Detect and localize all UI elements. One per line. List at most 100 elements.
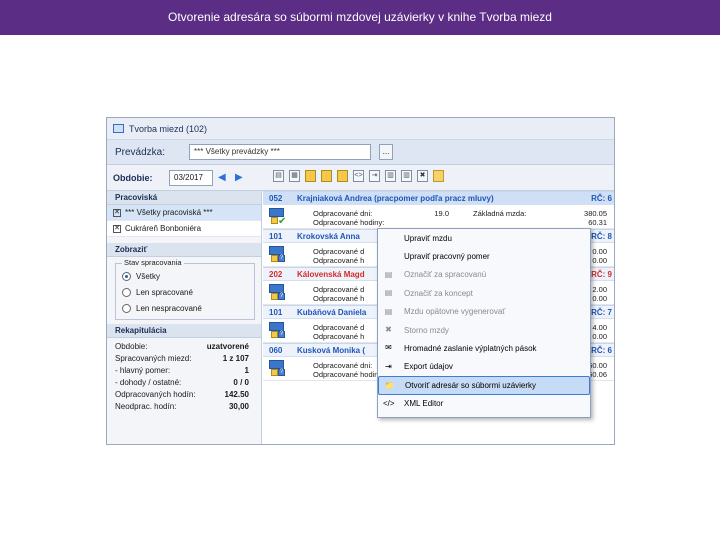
radio-option[interactable]: Len nespracované — [122, 300, 249, 316]
rekap-row: - dohody / ostatné: 0 / 0 — [107, 378, 261, 390]
print-setup-icon[interactable]: ▥ — [401, 170, 412, 182]
window-title: Tvorba miezd (102) — [129, 123, 208, 134]
rekap-row: Spracovaných miezd: 1 z 107 — [107, 354, 261, 366]
context-menu-item[interactable]: Upraviť pracovný pomer — [378, 247, 590, 265]
menu-item-icon: 📁 — [384, 381, 395, 391]
rekap-key: Odpracovaných hodín: — [115, 390, 196, 399]
employee-rc: RČ: 6 — [591, 193, 612, 203]
menu-item-label: Hromadné zaslanie výplatných pások — [404, 344, 537, 354]
menu-item-label: Označiť za koncept — [404, 288, 473, 298]
pracovisko-label: Cukráreň Bonboniéra — [125, 224, 202, 233]
menu-item-label: Storno mzdy — [404, 325, 449, 335]
menu-item-label: Otvoriť adresár so súbormi uzávierky — [405, 380, 537, 390]
rekap-value: 30,00 — [228, 402, 249, 411]
menu-item-label: XML Editor — [404, 399, 444, 409]
context-menu-item[interactable]: ▤ Mzdu opätovne vygenerovať — [378, 303, 590, 321]
employee-id: 101 — [269, 307, 283, 317]
pracoviska-header[interactable]: Pracoviská — [107, 191, 261, 205]
menu-item-icon: </> — [383, 398, 395, 408]
rekap-row: Neodprac. hodín: 30,00 — [107, 402, 261, 414]
pracovisko-item[interactable]: ✕ Cukráreň Bonboniéra — [107, 221, 261, 237]
obdobie-row: Obdobie: 03/2017 ◀ ▶ ▤ ▦ <> ⇥ ▥ ▥ ✖ — [107, 165, 614, 191]
rekap-key: Obdobie: — [115, 342, 148, 351]
radio-label: Len spracované — [136, 287, 193, 297]
context-menu-item[interactable]: ✉ Hromadné zaslanie výplatných pások — [378, 339, 590, 357]
context-menu-item[interactable]: </> XML Editor — [378, 395, 590, 413]
stav-spracovania-title: Stav spracovania — [122, 258, 184, 267]
employee-detail-row[interactable]: ✔ Odpracované dni: 19.0 Základná mzda: 380.0… — [263, 205, 614, 229]
slide: Otvorenie adresára so súbormi mzdovej uz… — [0, 0, 720, 540]
context-menu-item[interactable]: ✖ Storno mzdy — [378, 321, 590, 339]
rekap-key: Neodprac. hodín: — [115, 402, 177, 411]
delete-icon[interactable]: ✖ — [417, 170, 428, 182]
lock-all-icon[interactable] — [321, 170, 332, 182]
menu-item-icon: ⇥ — [385, 361, 392, 371]
folder-icon[interactable] — [433, 170, 444, 182]
export-icon[interactable]: ⇥ — [369, 170, 380, 182]
menu-item-label: Označiť za spracovanú — [404, 270, 487, 280]
rekap-row: Obdobie: uzatvorené — [107, 342, 261, 354]
employee-id: 101 — [269, 231, 283, 241]
window-icon — [113, 124, 124, 133]
radio-icon[interactable] — [122, 303, 131, 313]
payroll-status-icon: ? — [269, 284, 286, 301]
pracovisko-item[interactable]: ✕ *** Všetky pracoviská *** — [107, 205, 261, 221]
rekap-key: - hlavný pomer: — [115, 366, 171, 375]
code-icon[interactable]: <> — [353, 170, 364, 182]
prevadzka-select[interactable]: *** Všetky prevádzky *** — [189, 144, 371, 160]
rekapitulacia-header[interactable]: Rekapitulácia — [107, 324, 261, 338]
radio-option[interactable]: Len spracované — [122, 284, 249, 300]
employee-id: 052 — [269, 193, 283, 203]
menu-item-icon — [383, 233, 394, 243]
menu-item-icon: ▤ — [384, 269, 393, 279]
prev-period-arrow-icon[interactable]: ◀ — [218, 172, 230, 183]
left-panel: Pracoviská ✕ *** Všetky pracoviská *** ✕… — [107, 191, 262, 444]
pracovisko-label: *** Všetky pracoviská *** — [125, 208, 213, 217]
checkbox-icon[interactable]: ✕ — [113, 208, 121, 217]
payroll-status-icon: ? — [269, 360, 286, 377]
radio-label: Všetky — [136, 271, 161, 281]
rekap-key: Spracovaných miezd: — [115, 354, 192, 363]
context-menu-item[interactable]: 📁 Otvoriť adresár so súbormi uzávierky — [378, 376, 590, 395]
menu-item-label: Export údajov — [404, 362, 453, 372]
rekap-value: uzatvorené — [206, 342, 249, 351]
context-menu-item[interactable]: ▤ Označiť za koncept — [378, 284, 590, 302]
employee-header-row[interactable]: 052 Krajniaková Andrea (pracpomer podľa p… — [263, 191, 614, 205]
radio-label: Len nespracované — [136, 303, 202, 313]
rekap-row: - hlavný pomer: 1 — [107, 366, 261, 378]
payroll-status-icon: ✔ — [269, 208, 286, 227]
edit-icon[interactable]: ▤ — [273, 170, 284, 182]
radio-icon[interactable] — [122, 271, 131, 281]
refresh-icon[interactable]: ▦ — [289, 170, 300, 182]
lock-icon[interactable] — [305, 170, 316, 182]
prevadzka-label: Prevádzka: — [115, 146, 166, 158]
window-titlebar: Tvorba miezd (102) — [107, 118, 614, 140]
employee-id: 202 — [269, 269, 283, 279]
radio-option[interactable]: Všetky — [122, 268, 249, 284]
context-menu-item[interactable]: ▤ Označiť za spracovanú — [378, 266, 590, 284]
checkbox-icon[interactable]: ✕ — [113, 224, 121, 233]
print-icon[interactable]: ▥ — [385, 170, 396, 182]
context-menu-item[interactable]: Upraviť mzdu — [378, 229, 590, 247]
unlock-icon[interactable] — [337, 170, 348, 182]
radio-icon[interactable] — [122, 287, 131, 297]
slide-title: Otvorenie adresára so súbormi mzdovej uz… — [0, 0, 720, 35]
prevadzka-browse-button[interactable]: ... — [379, 144, 393, 160]
zobrazit-header[interactable]: Zobraziť — [107, 243, 261, 257]
menu-item-label: Mzdu opätovne vygenerovať — [404, 307, 506, 317]
rekap-value: 1 z 107 — [222, 354, 249, 363]
rekap-key: - dohody / ostatné: — [115, 378, 182, 387]
context-menu-item[interactable]: ⇥ Export údajov — [378, 358, 590, 376]
rekap-value: 0 / 0 — [233, 378, 249, 387]
menu-item-icon: ▤ — [384, 306, 393, 316]
obdobie-label: Obdobie: — [113, 172, 153, 183]
payroll-status-icon: ? — [269, 246, 286, 263]
menu-item-icon: ✖ — [385, 324, 392, 334]
employee-name: Krajniaková Andrea (pracpomer podľa prac… — [297, 193, 494, 203]
obdobie-input[interactable]: 03/2017 — [169, 169, 213, 186]
context-menu: Upraviť mzdu Upraviť pracovný pomer ▤ Označ… — [377, 228, 591, 418]
prevadzka-row: Prevádzka: *** Všetky prevádzky *** ... — [107, 140, 614, 165]
next-period-arrow-icon[interactable]: ▶ — [235, 172, 247, 183]
menu-item-icon: ✉ — [385, 343, 392, 353]
rekap-value: 142.50 — [224, 390, 249, 399]
